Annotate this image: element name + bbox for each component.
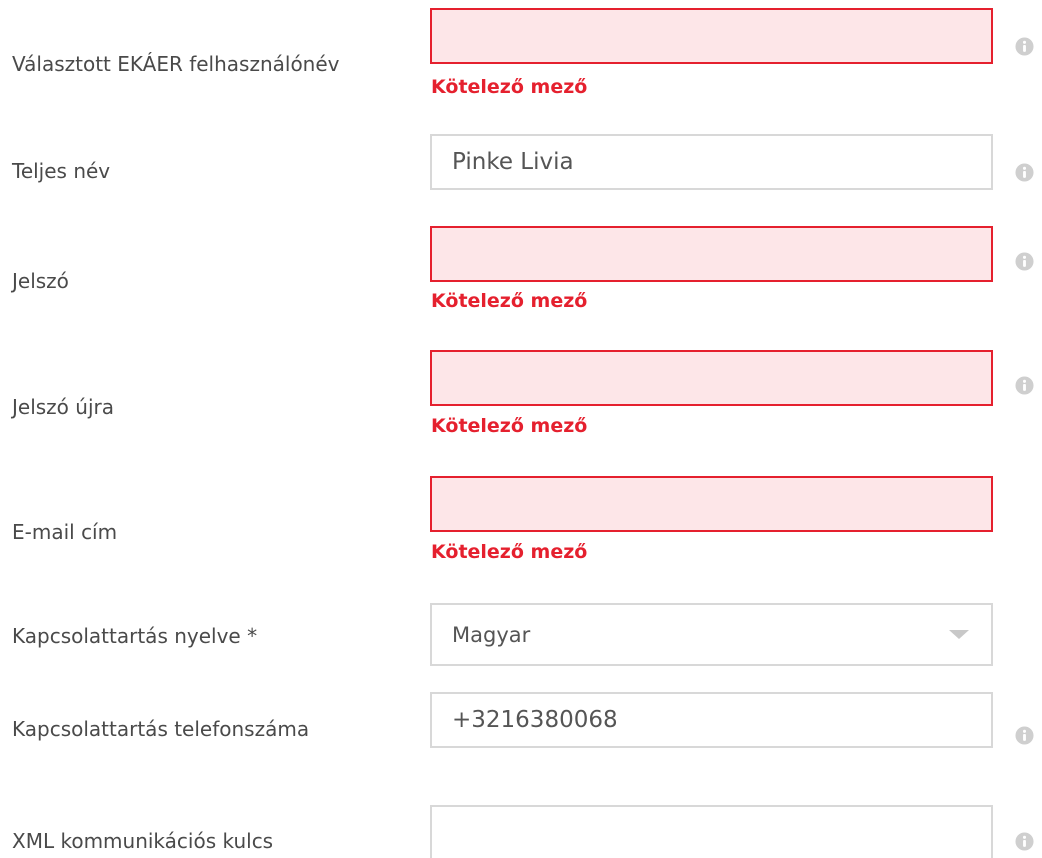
username-label: Választott EKÁER felhasználónév <box>12 52 340 76</box>
full-name-input[interactable] <box>430 134 993 190</box>
email-input[interactable] <box>430 476 993 532</box>
info-icon[interactable] <box>1015 252 1034 271</box>
username-input[interactable] <box>430 8 993 64</box>
username-error-message: Kötelező mező <box>431 76 588 98</box>
password-label: Jelszó <box>12 269 69 293</box>
password-confirm-label: Jelszó újra <box>12 395 114 419</box>
contact-language-label: Kapcsolattartás nyelve * <box>12 624 258 648</box>
registration-form: Választott EKÁER felhasználónév Kötelező… <box>0 0 1042 858</box>
password-error-message: Kötelező mező <box>431 290 588 312</box>
contact-phone-label: Kapcsolattartás telefonszáma <box>12 717 310 741</box>
info-icon[interactable] <box>1015 376 1034 395</box>
password-confirm-error-message: Kötelező mező <box>431 415 588 437</box>
info-icon[interactable] <box>1015 37 1034 56</box>
full-name-label: Teljes név <box>12 159 111 183</box>
password-confirm-input[interactable] <box>430 350 993 406</box>
info-icon[interactable] <box>1015 832 1034 851</box>
email-error-message: Kötelező mező <box>431 541 588 563</box>
contact-language-select[interactable]: Magyar <box>430 603 993 666</box>
chevron-down-icon[interactable] <box>949 630 969 639</box>
contact-phone-input[interactable] <box>430 692 993 748</box>
contact-language-selected-value: Magyar <box>452 622 531 647</box>
email-label: E-mail cím <box>12 520 118 544</box>
xml-key-input[interactable] <box>430 805 993 858</box>
xml-key-label: XML kommunikációs kulcs <box>12 829 274 853</box>
password-input[interactable] <box>430 226 993 282</box>
info-icon[interactable] <box>1015 726 1034 745</box>
info-icon[interactable] <box>1015 163 1034 182</box>
